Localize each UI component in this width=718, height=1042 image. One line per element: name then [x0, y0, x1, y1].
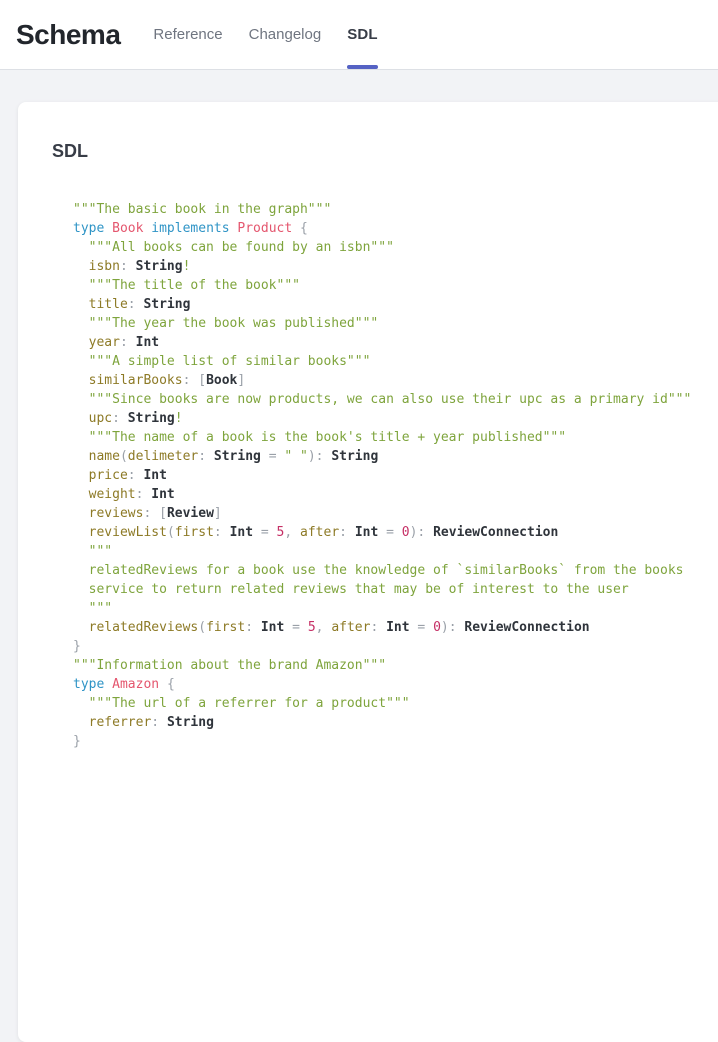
code-line: price: Int: [73, 466, 718, 485]
code-line: """The basic book in the graph""": [73, 200, 718, 219]
code-line: """All books can be found by an isbn""": [73, 238, 718, 257]
code-line: """Information about the brand Amazon""": [73, 656, 718, 675]
code-line: reviewList(first: Int = 5, after: Int = …: [73, 523, 718, 542]
code-line: referrer: String: [73, 713, 718, 732]
code-line: """The title of the book""": [73, 276, 718, 295]
code-line: }: [73, 732, 718, 751]
page-title: Schema: [16, 19, 120, 51]
code-line: """The year the book was published""": [73, 314, 718, 333]
code-line: """A simple list of similar books""": [73, 352, 718, 371]
tab-changelog-label: Changelog: [249, 26, 322, 43]
code-line: """: [73, 542, 718, 561]
code-line: title: String: [73, 295, 718, 314]
code-line: isbn: String!: [73, 257, 718, 276]
code-line: service to return related reviews that m…: [73, 580, 718, 599]
code-line: reviews: [Review]: [73, 504, 718, 523]
code-line: type Amazon {: [73, 675, 718, 694]
code-line: """Since books are now products, we can …: [73, 390, 718, 409]
tab-sdl-label: SDL: [347, 26, 378, 43]
code-line: """The url of a referrer for a product""…: [73, 694, 718, 713]
code-line: upc: String!: [73, 409, 718, 428]
tab-reference-label: Reference: [153, 26, 222, 43]
sdl-card-heading: SDL: [52, 140, 718, 162]
page-header: Schema Reference Changelog SDL: [0, 0, 718, 70]
tab-changelog[interactable]: Changelog: [236, 0, 335, 69]
code-line: similarBooks: [Book]: [73, 371, 718, 390]
active-tab-indicator: [347, 65, 378, 69]
tab-reference[interactable]: Reference: [140, 0, 235, 69]
code-line: }: [73, 637, 718, 656]
sdl-card: SDL """The basic book in the graph"""typ…: [18, 102, 718, 1042]
code-line: """: [73, 599, 718, 618]
code-line: year: Int: [73, 333, 718, 352]
code-line: relatedReviews for a book use the knowle…: [73, 561, 718, 580]
content-area: SDL """The basic book in the graph"""typ…: [0, 71, 718, 745]
code-line: name(delimeter: String = " "): String: [73, 447, 718, 466]
code-line: type Book implements Product {: [73, 219, 718, 238]
tab-bar: Reference Changelog SDL: [140, 0, 390, 69]
sdl-code: """The basic book in the graph"""type Bo…: [73, 200, 718, 751]
code-line: """The name of a book is the book's titl…: [73, 428, 718, 447]
code-line: relatedReviews(first: Int = 5, after: In…: [73, 618, 718, 637]
tab-sdl[interactable]: SDL: [334, 0, 391, 69]
code-line: weight: Int: [73, 485, 718, 504]
